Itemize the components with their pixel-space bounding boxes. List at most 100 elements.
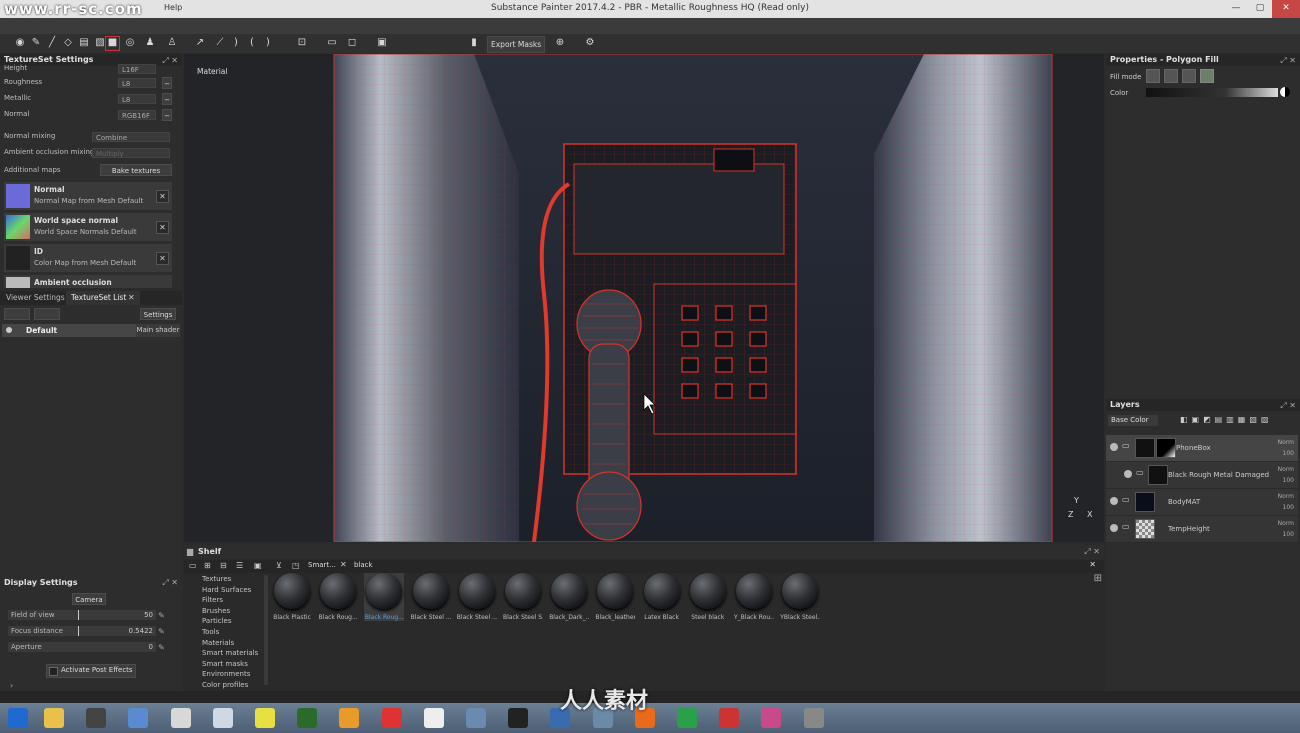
shelf-category-item[interactable]: Textures xyxy=(202,575,231,583)
clone-icon[interactable]: ♟ xyxy=(144,37,156,49)
folder-icon[interactable]: ▭ xyxy=(189,561,197,570)
color-mode-icon[interactable] xyxy=(1280,87,1290,97)
visibility-eye-icon[interactable] xyxy=(1124,470,1132,478)
panel-close-icon[interactable]: ⤢ ✕ xyxy=(162,56,178,66)
close-button[interactable]: ✕ xyxy=(1272,0,1300,18)
minimize-button[interactable]: — xyxy=(1224,0,1248,18)
filter-icon[interactable]: ⊻ xyxy=(276,561,282,570)
remove-channel-button[interactable]: − xyxy=(162,93,172,105)
shelf-category-item[interactable]: Materials xyxy=(202,639,234,647)
layer-item-black-rough-metal[interactable]: ▭ Black Rough Metal Damaged Norm 100 xyxy=(1106,462,1298,489)
screenshot-icon[interactable]: ▣ xyxy=(376,37,388,49)
remove-channel-button[interactable]: − xyxy=(162,77,172,89)
fill-triangle-button[interactable] xyxy=(1146,69,1160,83)
chrome-icon[interactable] xyxy=(677,708,697,728)
channel-format-metallic[interactable]: L8 xyxy=(118,94,156,104)
aperture-slider[interactable]: Aperture 0 xyxy=(8,642,156,652)
checkbox-box[interactable] xyxy=(49,667,58,676)
smudge-icon[interactable]: ◎ xyxy=(124,37,136,49)
channel-select[interactable]: Base Color xyxy=(1108,415,1158,426)
document-icon[interactable] xyxy=(423,708,444,728)
focus-distance-slider[interactable]: Focus distance 0.5422 xyxy=(8,626,156,636)
tab-close-icon[interactable]: ✕ xyxy=(128,293,135,302)
substance-logo-icon[interactable]: ◉ xyxy=(14,37,26,49)
material-preset-item[interactable]: Black_Dark_... xyxy=(549,573,589,621)
maximize-button[interactable]: ▢ xyxy=(1248,0,1272,18)
paint-tool-icon[interactable]: ✎ xyxy=(30,37,42,49)
bake-textures-button[interactable]: Bake textures xyxy=(100,164,172,176)
filter-close-icon[interactable]: ✕ xyxy=(340,560,347,569)
remove-map-button[interactable]: ✕ xyxy=(156,252,169,265)
shelf-close-icon[interactable]: ⤢ ✕ xyxy=(1084,547,1100,557)
fill-object-button[interactable] xyxy=(1182,69,1196,83)
lock-icon[interactable]: ▮ xyxy=(468,37,480,49)
grid-icon[interactable]: ⊟ xyxy=(220,561,227,570)
toggle-button[interactable] xyxy=(4,308,30,320)
channel-format-height[interactable]: L16F xyxy=(118,64,156,74)
tab-viewer-settings[interactable]: Viewer Settings xyxy=(6,293,65,302)
remove-map-button[interactable]: ✕ xyxy=(156,190,169,203)
shelf-category-item[interactable]: Smart masks xyxy=(202,660,248,668)
textureset-item-default[interactable]: Default Main shader xyxy=(2,324,180,337)
remove-map-button[interactable]: ✕ xyxy=(156,221,169,234)
panel-close-icon[interactable]: ⤢ ✕ xyxy=(1280,56,1296,66)
reset-icon[interactable]: ✎ xyxy=(158,643,165,652)
shelf-category-item[interactable]: Environments xyxy=(202,670,250,678)
layer-blend[interactable]: Norm 100 xyxy=(1278,518,1294,540)
reset-icon[interactable]: ✎ xyxy=(158,611,165,620)
brush-icon[interactable]: ╱ xyxy=(46,37,58,49)
viewport-render[interactable] xyxy=(184,54,1104,542)
paint-icon[interactable] xyxy=(86,708,107,728)
shelf-category-item[interactable]: Color profiles xyxy=(202,681,248,689)
symmetry-icon[interactable]: ⟋ xyxy=(214,37,226,49)
visibility-eye-icon[interactable] xyxy=(6,327,12,333)
dropper-icon[interactable]: ↗ xyxy=(194,37,206,49)
category-scrollbar[interactable] xyxy=(264,575,268,685)
map-item-id[interactable]: ID Color Map from Mesh Default ✕ xyxy=(4,244,172,272)
start-icon[interactable] xyxy=(8,708,28,728)
list-settings-button[interactable]: Settings xyxy=(140,308,176,320)
fill-quad-button[interactable] xyxy=(1164,69,1178,83)
list-icon[interactable]: ☰ xyxy=(236,561,243,570)
browser-icon[interactable] xyxy=(761,708,782,728)
3d-viewport[interactable]: Material Y Z X xyxy=(184,54,1104,542)
material-preset-item[interactable]: Black Roug... xyxy=(364,573,405,621)
reset-icon[interactable]: ✎ xyxy=(158,627,165,636)
field-of-view-slider[interactable]: Field of view 50 xyxy=(8,610,156,620)
map-item-world-space-normal[interactable]: World space normal World Space Normals D… xyxy=(4,213,172,241)
layer-item-phonebox[interactable]: ▭ PhoneBox Norm 100 xyxy=(1106,435,1298,462)
layer-toolbar-icons[interactable]: ◧▣◩▤▥▦▧▨ xyxy=(1180,415,1272,424)
picker-icon[interactable]: ♙ xyxy=(166,37,178,49)
shelf-category-item[interactable]: Brushes xyxy=(202,607,230,615)
material-preset-item[interactable]: YBlack Steel... xyxy=(780,573,820,621)
toggle-button[interactable] xyxy=(34,308,60,320)
polygon-fill-icon[interactable]: ■ xyxy=(105,36,120,51)
panel-close-icon[interactable]: ⤢ ✕ xyxy=(1280,401,1296,411)
settings-gear-icon[interactable]: ⚙ xyxy=(584,37,596,49)
layer-item-bodymat[interactable]: ▭ BodyMAT Norm 100 xyxy=(1106,489,1298,516)
render-icon[interactable]: ▭ xyxy=(326,37,338,49)
share-icon[interactable]: ⊕ xyxy=(554,37,566,49)
material-preset-item[interactable]: Black Roug... xyxy=(318,573,358,621)
color-slider[interactable] xyxy=(1146,88,1278,97)
layer-blend[interactable]: Norm 100 xyxy=(1278,491,1294,513)
material-preset-item[interactable]: Black Plastic xyxy=(272,573,312,621)
pencil-icon[interactable] xyxy=(255,708,275,728)
import-icon[interactable]: ⊞ xyxy=(204,561,211,570)
search-clear-icon[interactable]: ✕ xyxy=(1089,560,1096,569)
map-item-ambient-occlusion[interactable]: Ambient occlusion xyxy=(4,275,172,288)
channel-format-normal[interactable]: RGB16F xyxy=(118,110,156,120)
shelf-category-item[interactable]: Tools xyxy=(202,628,219,636)
butterfly-icon[interactable] xyxy=(339,708,360,728)
shelf-category-item[interactable]: Hard Surfaces xyxy=(202,586,251,594)
projection-icon[interactable]: ▤ xyxy=(78,37,90,49)
x-app-icon[interactable] xyxy=(381,708,402,728)
remove-channel-button[interactable]: − xyxy=(162,109,172,121)
expand-chevron-icon[interactable]: › xyxy=(10,681,13,690)
mirror-icon[interactable]: ) xyxy=(262,37,274,49)
slider-handle[interactable] xyxy=(78,610,79,620)
cube-icon[interactable]: ◻ xyxy=(346,37,358,49)
layer-blend[interactable]: Norm 100 xyxy=(1278,437,1294,459)
terminal-icon[interactable] xyxy=(297,708,318,728)
panel-close-icon[interactable]: ⤢ ✕ xyxy=(162,578,178,588)
